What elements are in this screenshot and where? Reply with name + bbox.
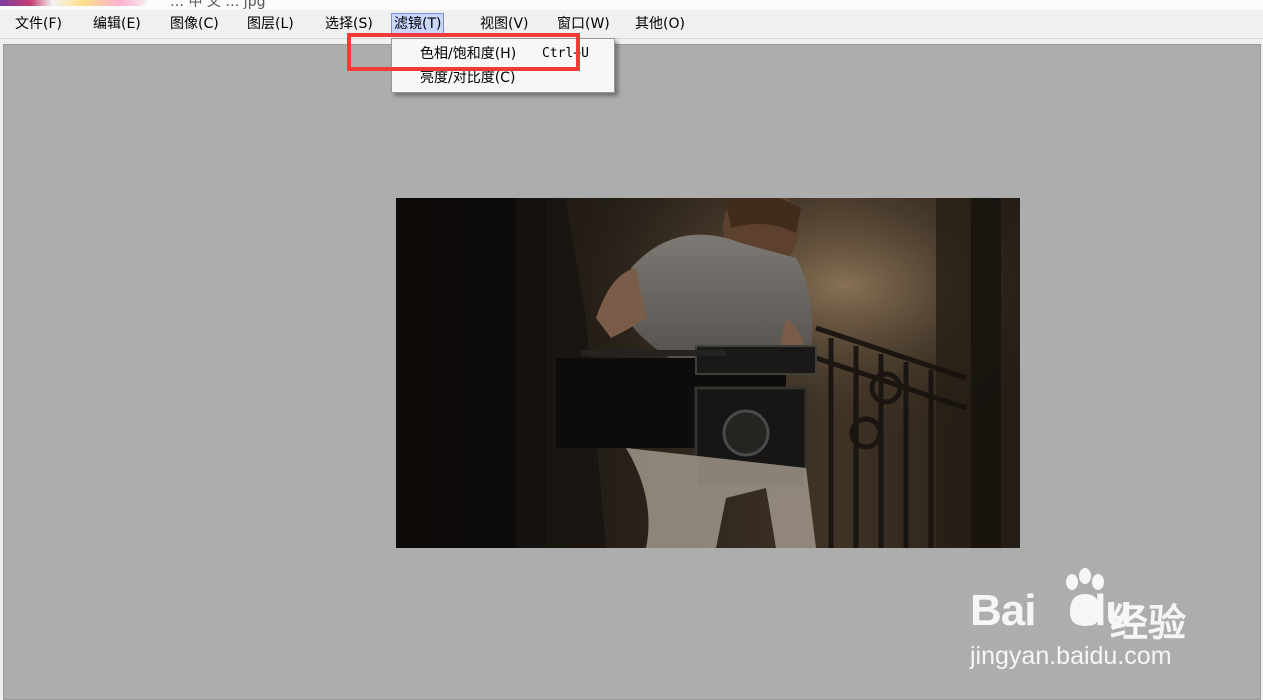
menu-edit[interactable]: 编辑(E) (90, 13, 144, 35)
canvas-image[interactable] (396, 198, 1020, 548)
annotation-highlight-box (347, 33, 580, 71)
title-bar: … 中 文 … jpg (0, 0, 1263, 10)
menu-view[interactable]: 视图(V) (477, 13, 532, 35)
window-title: … 中 文 … jpg (170, 0, 266, 10)
menu-layer[interactable]: 图层(L) (244, 13, 297, 35)
menu-file[interactable]: 文件(F) (12, 13, 65, 35)
menu-bar: 文件(F) 编辑(E) 图像(C) 图层(L) 选择(S) 滤镜(T) 视图(V… (0, 10, 1263, 39)
camera-operator-photo (396, 198, 1020, 548)
app-logo-icon (0, 0, 150, 6)
menu-filter[interactable]: 滤镜(T) (391, 13, 445, 35)
menu-select[interactable]: 选择(S) (322, 13, 376, 35)
menu-image[interactable]: 图像(C) (167, 13, 222, 35)
menu-window[interactable]: 窗口(W) (554, 13, 613, 35)
menu-other[interactable]: 其他(O) (632, 13, 688, 35)
